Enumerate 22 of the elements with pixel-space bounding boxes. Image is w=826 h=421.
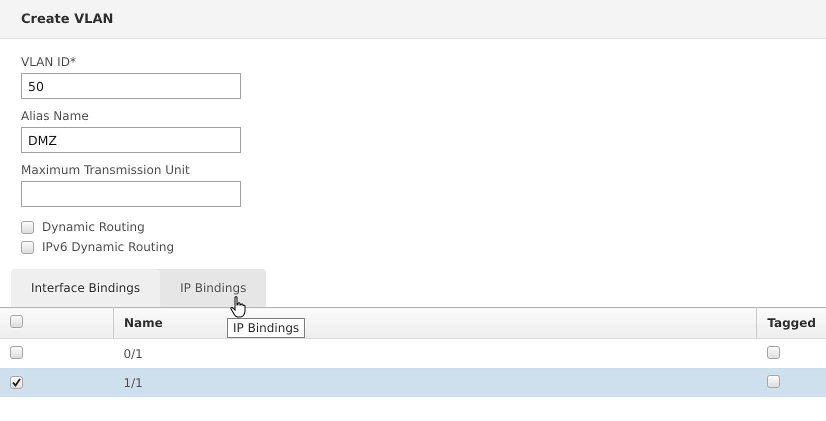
column-header[interactable]: Tagged: [756, 308, 826, 338]
checkbox[interactable]: [21, 220, 34, 234]
tagged-checkbox[interactable]: [766, 346, 780, 358]
input-field[interactable]: [21, 181, 241, 207]
table-cell: 1/1: [114, 368, 757, 397]
tooltip: IP Bindings: [227, 318, 306, 338]
input-field[interactable]: 50: [21, 73, 241, 99]
checkbox-label: Dynamic Routing: [42, 220, 145, 234]
field-label: Maximum Transmission Unit: [21, 163, 191, 177]
hand-cursor-icon: [230, 296, 246, 318]
field-label: VLAN ID*: [21, 55, 77, 69]
checkbox-label: IPv6 Dynamic Routing: [42, 240, 174, 254]
tab[interactable]: Interface Bindings: [11, 269, 160, 307]
row-checkbox[interactable]: [10, 376, 23, 388]
panel-title: Create VLAN: [21, 12, 114, 26]
checkbox[interactable]: [21, 240, 34, 254]
table-cell: 0/1: [114, 338, 757, 368]
select-all-checkbox[interactable]: [10, 315, 23, 328]
tagged-checkbox[interactable]: [766, 374, 780, 388]
input-field[interactable]: DMZ: [21, 127, 241, 153]
row-checkbox[interactable]: [10, 346, 23, 358]
field-label: Alias Name: [21, 109, 90, 123]
